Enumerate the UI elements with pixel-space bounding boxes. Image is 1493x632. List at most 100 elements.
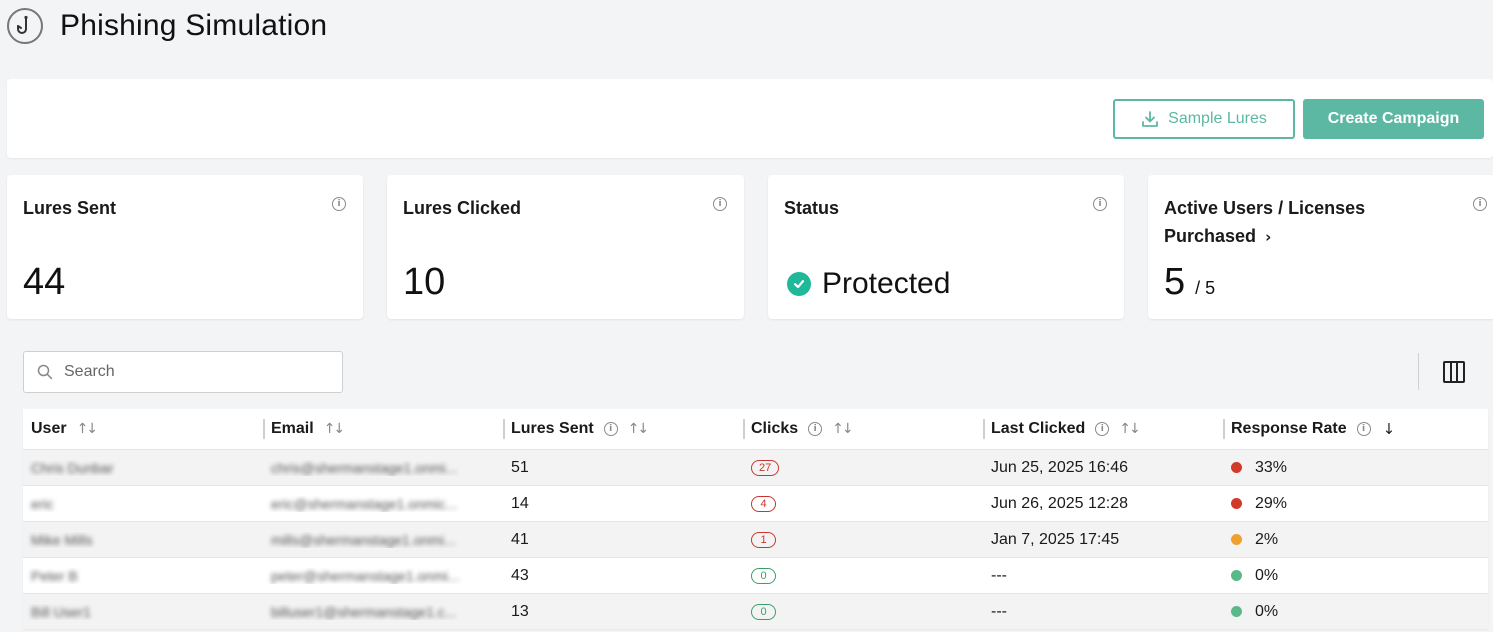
column-separator[interactable]: [983, 419, 985, 439]
clicks-badge: 0: [751, 567, 776, 584]
user-email: mills@shermanstage1.onmi...: [271, 531, 456, 548]
sample-lures-label: Sample Lures: [1168, 110, 1267, 127]
active-users-label[interactable]: Active Users / Licenses Purchased ›: [1164, 194, 1365, 251]
cell-user: eric: [23, 496, 263, 512]
info-icon[interactable]: i: [1473, 197, 1487, 211]
status-value: Protected: [822, 267, 951, 300]
user-name: Peter B: [31, 567, 78, 584]
search-input[interactable]: [64, 363, 324, 381]
user-name: Mike Mills: [31, 531, 93, 548]
cell-last-clicked: Jun 25, 2025 16:46: [991, 458, 1129, 476]
lures-clicked-card: Lures Clicked i 10: [387, 175, 744, 319]
cell-last-clicked: ---: [991, 566, 1007, 584]
column-header-label: Email: [271, 420, 314, 437]
column-header-user[interactable]: User ↑↓: [23, 409, 263, 449]
column-header-label: Lures Sent: [511, 420, 594, 437]
cell-user: Chris Dunbar: [23, 460, 263, 476]
info-icon[interactable]: i: [1093, 197, 1107, 211]
cell-response-rate: 0%: [1223, 603, 1488, 621]
sort-icon[interactable]: ↑↓: [628, 421, 650, 437]
user-name: Bill User1: [31, 603, 91, 620]
create-campaign-button[interactable]: Create Campaign: [1303, 99, 1484, 139]
response-rate-value: 2%: [1255, 530, 1279, 548]
chevron-right-icon: ›: [1265, 228, 1272, 246]
licenses-total: / 5: [1195, 278, 1216, 298]
table-row[interactable]: Peter B peter@shermanstage1.onmi... 43 0 ---…: [23, 557, 1488, 593]
cell-clicks: 27: [743, 459, 983, 476]
column-separator[interactable]: [263, 419, 265, 439]
cell-clicks: 4: [743, 495, 983, 512]
column-separator[interactable]: [503, 419, 505, 439]
column-header-response-rate[interactable]: Response Rate i ↓: [1223, 409, 1488, 449]
response-rate-value: 0%: [1255, 566, 1279, 584]
column-separator[interactable]: [1223, 419, 1225, 439]
info-icon[interactable]: i: [603, 422, 618, 436]
columns-icon[interactable]: [1443, 361, 1465, 383]
user-name: eric: [31, 495, 54, 512]
active-users-label-line2: Purchased: [1164, 226, 1257, 246]
cell-lures-sent: 14: [511, 494, 529, 512]
search-box: [23, 351, 343, 393]
status-card: Status i Protected: [768, 175, 1124, 319]
response-rate-value: 29%: [1255, 494, 1288, 512]
page-title: Phishing Simulation: [60, 9, 328, 42]
rate-indicator-dot: [1231, 606, 1242, 617]
cell-lures-sent: 43: [511, 566, 529, 584]
cell-email: mills@shermanstage1.onmi...: [263, 532, 503, 548]
cell-response-rate: 29%: [1223, 495, 1488, 513]
user-name: Chris Dunbar: [31, 459, 114, 476]
cell-user: Peter B: [23, 568, 263, 584]
sort-icon[interactable]: ↑↓: [77, 421, 99, 437]
active-users-label-line1: Active Users / Licenses: [1164, 198, 1366, 218]
column-header-label: Response Rate: [1231, 420, 1347, 437]
lures-clicked-value: 10: [403, 261, 446, 303]
column-header-label: User: [31, 420, 67, 437]
table-row[interactable]: eric eric@shermanstage1.onmic... 14 4 Jun 26…: [23, 485, 1488, 521]
clicks-badge: 0: [751, 603, 776, 620]
active-users-card: Active Users / Licenses Purchased › i 5 …: [1148, 175, 1493, 319]
table-row[interactable]: Mike Mills mills@shermanstage1.onmi... 41 1…: [23, 521, 1488, 557]
column-header-clicks[interactable]: Clicks i ↑↓: [743, 409, 983, 449]
response-rate-value: 0%: [1255, 602, 1279, 620]
table-header: User ↑↓ Email ↑↓ Lures Sent i ↑↓ Clicks …: [23, 409, 1488, 449]
lures-sent-value: 44: [23, 261, 66, 303]
sample-lures-button[interactable]: Sample Lures: [1113, 99, 1295, 139]
info-icon[interactable]: i: [1095, 422, 1110, 436]
info-icon[interactable]: i: [808, 422, 823, 436]
user-email: billuser1@shermanstage1.c...: [271, 603, 457, 620]
page-header: Phishing Simulation: [7, 7, 327, 45]
info-icon[interactable]: i: [713, 197, 727, 211]
action-bar: Sample Lures Create Campaign: [7, 79, 1493, 158]
column-header-lures-sent[interactable]: Lures Sent i ↑↓: [503, 409, 743, 449]
response-rate-value: 33%: [1255, 458, 1288, 476]
active-users-value: 5: [1164, 261, 1186, 303]
status-label: Status: [784, 198, 840, 218]
user-email: eric@shermanstage1.onmic...: [271, 495, 458, 512]
column-header-label: Last Clicked: [991, 420, 1086, 437]
clicks-badge: 27: [751, 459, 780, 476]
clicks-badge: 1: [751, 531, 776, 548]
cell-response-rate: 0%: [1223, 567, 1488, 585]
sort-icon[interactable]: ↑↓: [1119, 421, 1141, 437]
sort-icon[interactable]: ↑↓: [832, 421, 854, 437]
cell-lures-sent: 41: [511, 530, 529, 548]
sort-icon[interactable]: ↑↓: [324, 421, 346, 437]
table-row[interactable]: Chris Dunbar chris@shermanstage1.onmi... 5…: [23, 449, 1488, 485]
cell-response-rate: 2%: [1223, 531, 1488, 549]
column-separator[interactable]: [743, 419, 745, 439]
sort-desc-icon[interactable]: ↓: [1383, 420, 1396, 438]
column-header-email[interactable]: Email ↑↓: [263, 409, 503, 449]
column-header-last-clicked[interactable]: Last Clicked i ↑↓: [983, 409, 1223, 449]
cell-clicks: 0: [743, 567, 983, 584]
status-row: Protected: [787, 267, 950, 301]
rate-indicator-dot: [1231, 462, 1242, 473]
cell-email: peter@shermanstage1.onmi...: [263, 568, 503, 584]
cell-clicks: 1: [743, 531, 983, 548]
info-icon[interactable]: i: [1356, 422, 1371, 436]
table-row[interactable]: Bill User1 billuser1@shermanstage1.c... 13…: [23, 593, 1488, 629]
user-email: chris@shermanstage1.onmi...: [271, 459, 458, 476]
info-icon[interactable]: i: [332, 197, 346, 211]
lures-sent-card: Lures Sent i 44: [7, 175, 363, 319]
cell-email: billuser1@shermanstage1.c...: [263, 604, 503, 620]
column-header-label: Clicks: [751, 420, 799, 437]
